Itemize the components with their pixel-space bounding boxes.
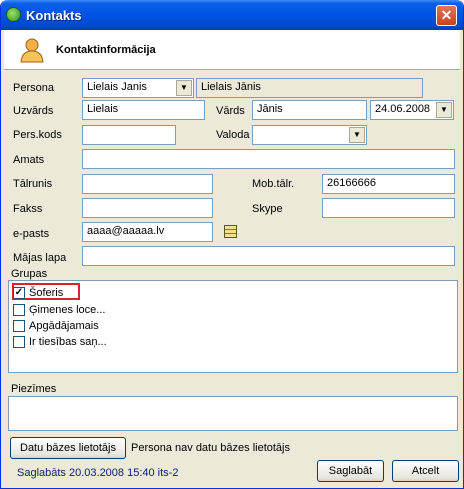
header-title: Kontaktinformācija	[56, 44, 156, 56]
close-icon: ✕	[440, 7, 453, 23]
date-picker[interactable]: 24.06.2008 ▼	[370, 100, 454, 120]
notes-label: Piezīmes	[11, 383, 57, 395]
group-item-label: Apgādājamais	[29, 319, 99, 332]
skype-field[interactable]	[322, 198, 455, 218]
window-title: Kontakts	[26, 8, 82, 23]
person-icon	[20, 38, 44, 63]
epasts-label: e-pasts	[13, 228, 50, 240]
persona-combo[interactable]: Lielais Janis ▼	[82, 78, 194, 98]
chevron-down-icon[interactable]: ▼	[349, 127, 365, 143]
groups-list[interactable]: ✓ Šoferis Ģimenes loce... Apgādājamais I…	[8, 280, 458, 373]
perskods-label: Pers.kods	[13, 129, 62, 141]
save-button[interactable]: Saglabāt	[317, 460, 384, 482]
db-user-button[interactable]: Datu bāzes lietotājs	[10, 437, 126, 459]
majaslapa-field[interactable]	[82, 246, 455, 266]
chevron-down-icon[interactable]: ▼	[436, 102, 452, 118]
close-button[interactable]: ✕	[436, 5, 457, 26]
date-value: 24.06.2008	[375, 103, 431, 115]
fakss-field[interactable]	[82, 198, 213, 218]
uzvards-label: Uzvārds	[13, 105, 54, 117]
epasts-field[interactable]: aaaa@aaaaa.lv	[82, 222, 213, 242]
talrunis-label: Tālrunis	[13, 178, 53, 190]
group-item-gimenes[interactable]: Ģimenes loce...	[13, 302, 105, 317]
notes-field[interactable]	[8, 396, 458, 431]
cancel-button[interactable]: Atcelt	[392, 460, 459, 482]
talrunis-field[interactable]	[82, 174, 213, 194]
group-item-tiesibas[interactable]: Ir tiesības saņ...	[13, 334, 107, 349]
majaslapa-label: Mājas lapa	[13, 252, 67, 264]
contact-window: Kontakts ✕ Kontaktinformācija Persona Li…	[0, 0, 464, 489]
persona-label: Persona	[13, 82, 54, 94]
checkbox[interactable]	[13, 319, 25, 332]
group-item-soferis[interactable]: ✓ Šoferis	[13, 285, 63, 300]
saved-status: Saglabāts 20.03.2008 15:40 its-2	[17, 467, 179, 479]
amats-field[interactable]	[82, 149, 455, 169]
checkbox[interactable]	[13, 335, 25, 348]
group-item-label: Šoferis	[29, 286, 64, 299]
mobtalr-label: Mob.tālr.	[252, 178, 295, 190]
skype-label: Skype	[252, 203, 283, 215]
uzvards-field[interactable]: Lielais	[82, 100, 205, 120]
fakss-label: Fakss	[13, 203, 43, 215]
persona-value: Lielais Janis	[87, 81, 147, 93]
group-item-label: Ģimenes loce...	[29, 303, 106, 316]
checkbox[interactable]	[13, 303, 25, 316]
valoda-label: Valoda	[216, 129, 250, 141]
amats-label: Amats	[13, 154, 45, 166]
persona-display: Lielais Jānis	[196, 78, 423, 98]
group-item-label: Ir tiesības saņ...	[29, 335, 107, 348]
title-bar[interactable]: Kontakts ✕	[1, 0, 463, 30]
header-band: Kontaktinformācija	[4, 30, 460, 70]
perskods-field[interactable]	[82, 125, 176, 145]
app-icon	[6, 7, 21, 22]
vards-label: Vārds	[216, 105, 245, 117]
groups-label: Grupas	[11, 268, 48, 280]
chevron-down-icon[interactable]: ▼	[176, 80, 192, 96]
group-item-apgadajamais[interactable]: Apgādājamais	[13, 318, 99, 333]
checkbox-checked[interactable]: ✓	[13, 286, 25, 299]
valoda-combo[interactable]: ▼	[252, 125, 367, 145]
db-user-status: Persona nav datu bāzes lietotājs	[131, 442, 290, 454]
vards-field[interactable]: Jānis	[252, 100, 367, 120]
address-book-icon[interactable]	[224, 225, 237, 238]
mobtalr-field[interactable]: 26166666	[322, 174, 455, 194]
